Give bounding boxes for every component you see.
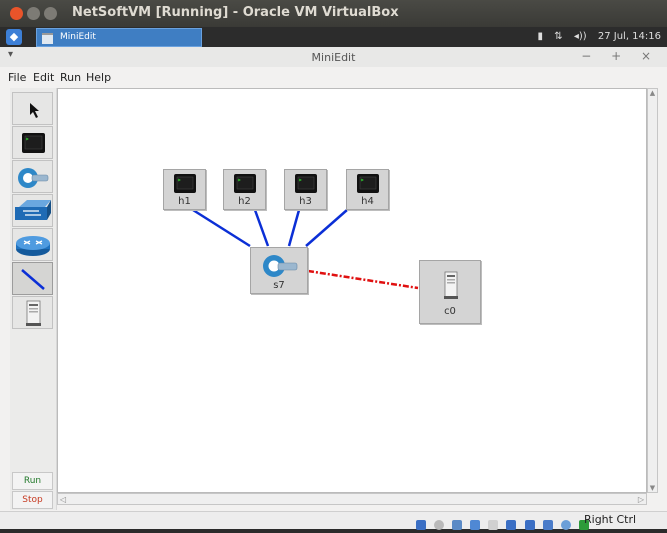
- horizontal-scrollbar[interactable]: ◁ ▷: [57, 493, 647, 505]
- node-label: h1: [178, 196, 191, 207]
- node-label: h4: [361, 196, 374, 207]
- controller-server-icon: [26, 300, 41, 326]
- run-button[interactable]: Run: [12, 472, 53, 490]
- link-h2-s7[interactable]: [253, 209, 270, 247]
- host-terminal-icon: [22, 133, 45, 153]
- virtualbox-statusbar: Right Ctrl: [0, 511, 667, 530]
- link-icon: [21, 269, 45, 290]
- taskbar-item-label: MiniEdit: [60, 32, 96, 42]
- stop-button[interactable]: Stop: [12, 491, 53, 509]
- vm-window-title: NetSoftVM [Running] - Oracle VM VirtualB…: [72, 5, 399, 20]
- clock[interactable]: 27 Jul, 14:16: [598, 31, 661, 42]
- vertical-scrollbar[interactable]: ▲ ▼: [647, 88, 658, 493]
- maximize-window-button[interactable]: [44, 7, 57, 20]
- ovs-switch-icon: [18, 168, 49, 188]
- select-tool[interactable]: [12, 92, 53, 125]
- router-tool[interactable]: [12, 228, 53, 261]
- usb-icon[interactable]: [452, 519, 463, 530]
- host-node-h2[interactable]: h2: [223, 169, 266, 210]
- scroll-up-icon[interactable]: ▲: [648, 89, 657, 97]
- battery-icon[interactable]: ▮: [538, 31, 544, 42]
- menu-help[interactable]: Help: [86, 71, 111, 84]
- switch-tool[interactable]: [12, 160, 53, 193]
- legacy-switch-tool[interactable]: [12, 194, 53, 227]
- system-tray: ▮ ⇅ ◂)) 27 Jul, 14:16: [530, 31, 661, 42]
- network-adapter-icon[interactable]: [506, 519, 517, 530]
- guest-taskbar: ◆ MiniEdit ▮ ⇅ ◂)) 27 Jul, 14:16: [0, 27, 667, 47]
- link-s7-c0[interactable]: [307, 269, 419, 290]
- menu-bar: File Edit Run Help: [0, 67, 667, 87]
- toolbox: Run Stop: [10, 88, 57, 510]
- window-icon: [42, 33, 53, 44]
- router-icon: [16, 236, 50, 256]
- node-label: c0: [444, 306, 456, 317]
- menu-file[interactable]: File: [8, 71, 26, 84]
- scroll-left-icon[interactable]: ◁: [60, 495, 66, 504]
- taskbar-item-miniedit[interactable]: MiniEdit: [36, 28, 202, 47]
- arrow-cursor-icon: [30, 103, 39, 118]
- menu-run[interactable]: Run: [60, 71, 81, 84]
- window-controls[interactable]: − + ×: [581, 49, 659, 63]
- node-label: h2: [238, 196, 251, 207]
- mouse-integration-icon[interactable]: [560, 519, 571, 530]
- host-node-h4[interactable]: h4: [346, 169, 389, 210]
- controller-node-c0[interactable]: c0: [419, 260, 481, 324]
- host-node-h3[interactable]: h3: [284, 169, 327, 210]
- video-capture-icon[interactable]: [524, 519, 535, 530]
- node-label: s7: [273, 280, 285, 291]
- controller-tool[interactable]: [12, 296, 53, 329]
- display-icon[interactable]: [488, 519, 499, 530]
- host-key-label: Right Ctrl: [584, 513, 637, 526]
- miniedit-titlebar: ▾ MiniEdit − + ×: [0, 47, 667, 68]
- link-h1-s7[interactable]: [192, 208, 251, 248]
- host-node-h1[interactable]: h1: [163, 169, 206, 210]
- host-tool[interactable]: [12, 126, 53, 159]
- start-menu-icon[interactable]: ◆: [6, 29, 22, 45]
- hard-disk-icon[interactable]: [416, 519, 426, 530]
- menu-edit[interactable]: Edit: [33, 71, 54, 84]
- scroll-right-icon[interactable]: ▷: [638, 495, 644, 504]
- minimize-window-button[interactable]: [27, 7, 40, 20]
- node-label: h3: [299, 196, 312, 207]
- legacy-switch-icon: [15, 200, 51, 220]
- scroll-down-icon[interactable]: ▼: [648, 484, 657, 492]
- window-title: MiniEdit: [311, 51, 356, 64]
- virtualbox-titlebar: NetSoftVM [Running] - Oracle VM VirtualB…: [0, 0, 667, 27]
- close-window-button[interactable]: [10, 7, 23, 20]
- link-h4-s7[interactable]: [305, 209, 348, 247]
- topology-canvas[interactable]: h1 h2 h3 h4 s7 c0: [57, 88, 647, 493]
- optical-drive-icon[interactable]: [434, 519, 445, 530]
- links-layer: [192, 208, 419, 290]
- volume-icon[interactable]: ◂)): [574, 31, 587, 42]
- device-status-icons: [416, 514, 592, 533]
- network-icon[interactable]: ⇅: [554, 31, 562, 42]
- link-tool[interactable]: [12, 262, 53, 295]
- shared-folder-icon[interactable]: [470, 519, 481, 530]
- link-h3-s7[interactable]: [287, 209, 301, 247]
- switch-node-s7[interactable]: s7: [250, 247, 308, 294]
- cpu-icon[interactable]: [542, 519, 553, 530]
